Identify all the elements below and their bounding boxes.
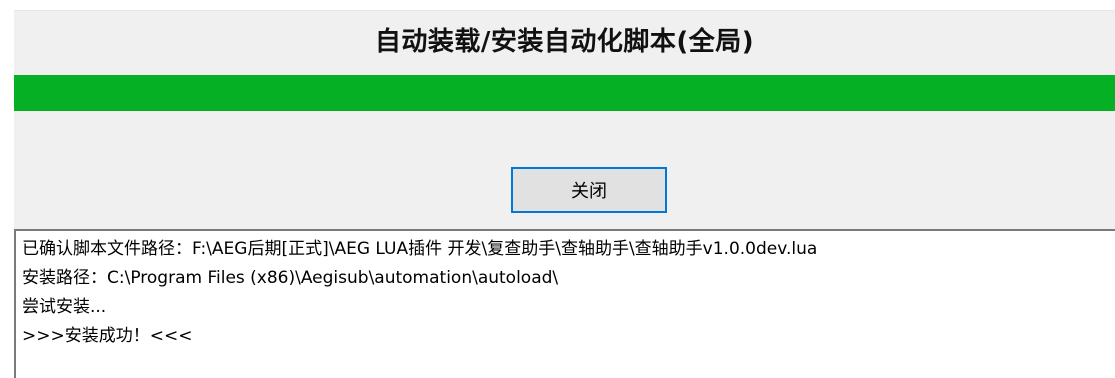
log-line-script-path: 已确认脚本文件路径：F:\AEG后期[正式]\AEG LUA插件 开发\复查助手… — [22, 239, 818, 259]
dialog-title: 自动装载/安装自动化脚本(全局) — [374, 27, 755, 57]
installer-window: 自动装载/安装自动化脚本(全局) 关闭 已确认脚本文件路径：F:\AEG后期[正… — [0, 0, 1115, 378]
log-output[interactable]: 已确认脚本文件路径：F:\AEG后期[正式]\AEG LUA插件 开发\复查助手… — [14, 229, 1115, 378]
log-line-attempt: 尝试安装... — [22, 297, 107, 317]
install-dialog: 自动装载/安装自动化脚本(全局) 关闭 — [14, 10, 1115, 229]
log-line-success: >>>安装成功！<<< — [22, 326, 193, 346]
progress-bar — [14, 75, 1115, 111]
progress-bar-fill — [14, 75, 1115, 111]
log-line-install-path: 安装路径：C:\Program Files (x86)\Aegisub\auto… — [22, 268, 559, 288]
close-button[interactable]: 关闭 — [511, 167, 667, 213]
